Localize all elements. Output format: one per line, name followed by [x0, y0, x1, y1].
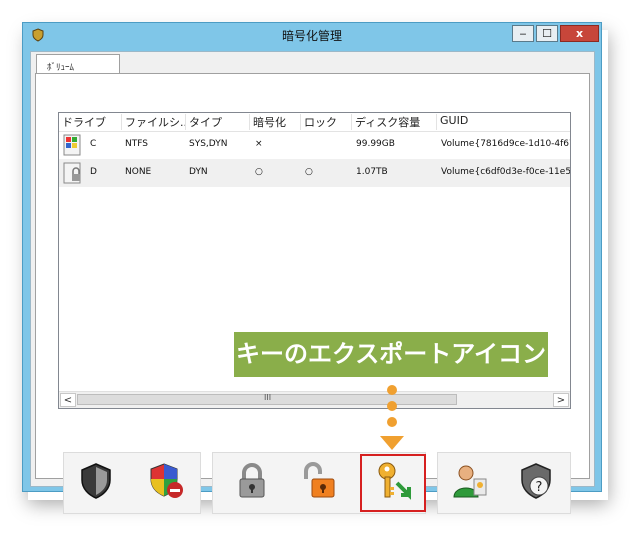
tab-panel: ドライブ ファイルシ... タイプ 暗号化 ロック ディスク容量 GUID C — [35, 73, 590, 514]
shield-icon — [81, 463, 111, 499]
help-button[interactable]: ? — [506, 453, 566, 511]
table-row[interactable]: C NTFS SYS,DYN × 99.99GB Volume{7816d9ce… — [59, 131, 570, 159]
title-bar: 暗号化管理 ‒ ☐ x — [23, 23, 601, 49]
user-key-icon — [453, 465, 487, 498]
column-header-encrypted[interactable]: 暗号化 — [250, 114, 301, 130]
cell-drive: D — [90, 167, 97, 177]
scroll-grip: III — [264, 393, 272, 402]
client-area: ﾎﾞﾘｭｰﾑ ドライブ ファイルシ... タイプ 暗号化 ロック ディスク容量 … — [30, 51, 595, 514]
cell-guid: Volume{c6df0d3e-f0ce-11e5- — [441, 167, 571, 177]
list-header: ドライブ ファイルシ... タイプ 暗号化 ロック ディスク容量 GUID — [59, 113, 570, 132]
scroll-thumb[interactable]: III — [77, 393, 457, 405]
cell-type: DYN — [189, 167, 208, 177]
callout-arrow — [380, 436, 404, 450]
scroll-left-button[interactable]: < — [60, 393, 76, 407]
callout-dot — [387, 385, 397, 395]
unlock-icon — [304, 462, 335, 498]
close-button[interactable]: x — [560, 25, 599, 42]
shield-remove-icon — [150, 463, 183, 498]
cell-capacity: 99.99GB — [356, 139, 395, 149]
callout-label: キーのエクスポートアイコン — [234, 332, 548, 377]
cell-filesystem: NONE — [125, 167, 152, 177]
cell-locked: ○ — [305, 167, 313, 177]
key-export-highlight — [360, 454, 426, 512]
cell-filesystem: NTFS — [125, 139, 148, 149]
minimize-button[interactable]: ‒ — [512, 25, 534, 42]
table-row[interactable]: D NONE DYN ○ ○ 1.07TB Volume{c6df0d3e-f0… — [59, 159, 570, 187]
column-header-drive[interactable]: ドライブ — [59, 114, 122, 130]
cell-capacity: 1.07TB — [356, 167, 388, 177]
shield-help-icon: ? — [521, 463, 551, 499]
user-key-button[interactable] — [440, 453, 500, 511]
maximize-button[interactable]: ☐ — [536, 25, 558, 42]
callout-dot — [387, 417, 397, 427]
horizontal-scrollbar[interactable]: < III > — [59, 391, 570, 408]
cell-type: SYS,DYN — [189, 139, 228, 149]
tab-volume[interactable]: ﾎﾞﾘｭｰﾑ — [36, 54, 120, 74]
main-window: 暗号化管理 ‒ ☐ x ﾎﾞﾘｭｰﾑ ドライブ ファイルシ... タイプ 暗号化… — [22, 22, 602, 514]
column-header-locked[interactable]: ロック — [301, 114, 352, 130]
callout-dot — [387, 401, 397, 411]
decrypt-button[interactable] — [136, 453, 196, 511]
column-header-type[interactable]: タイプ — [186, 114, 250, 130]
cell-encrypted: ○ — [255, 167, 263, 177]
lock-icon — [239, 463, 265, 498]
column-header-capacity[interactable]: ディスク容量 — [352, 114, 437, 130]
unlock-button[interactable] — [290, 453, 350, 511]
column-header-guid[interactable]: GUID — [437, 114, 570, 130]
encrypt-button[interactable] — [66, 453, 126, 511]
cell-guid: Volume{7816d9ce-1d10-4f67- — [441, 139, 571, 149]
column-header-filesystem[interactable]: ファイルシ... — [122, 114, 186, 130]
locked-drive-icon — [63, 162, 81, 184]
cell-encrypted: × — [255, 139, 263, 149]
lock-button[interactable] — [222, 453, 282, 511]
cell-drive: C — [90, 139, 97, 149]
svg-text:?: ? — [536, 480, 543, 495]
system-drive-icon — [63, 134, 81, 156]
scroll-right-button[interactable]: > — [553, 393, 569, 407]
